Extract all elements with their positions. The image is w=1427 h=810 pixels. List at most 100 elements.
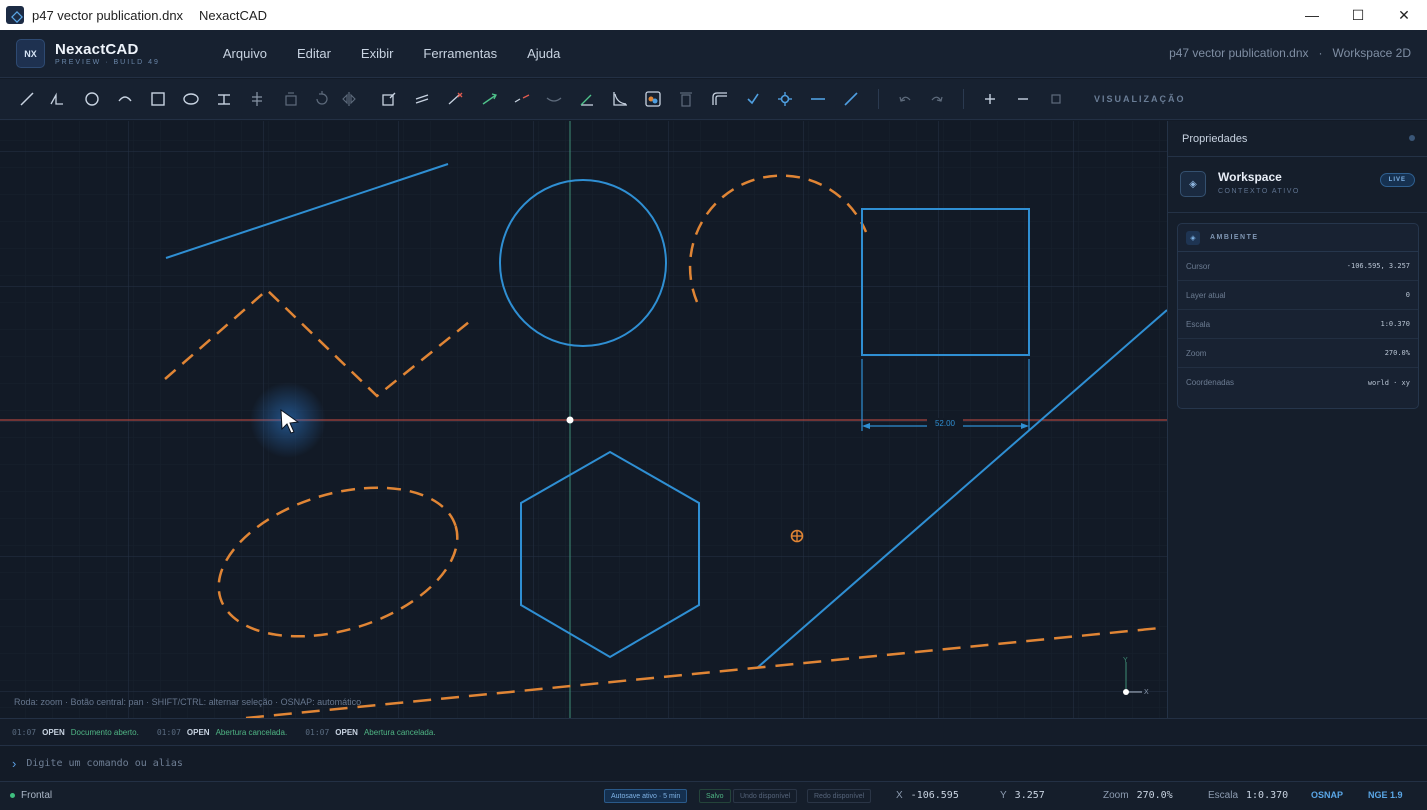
property-row-cursor: Cursor -106.595, 3.257 (1178, 252, 1418, 281)
break-tool-icon[interactable] (510, 87, 534, 111)
offset-tool-icon[interactable] (410, 87, 434, 111)
log-time: 01:07 (12, 727, 37, 737)
drawing-canvas[interactable]: 52.00 X Y Roda: zoom · Botão central: pa… (0, 121, 1167, 718)
snap-point-tool-icon[interactable] (773, 87, 797, 111)
brand-name: NexactCAD (55, 41, 139, 58)
arc-tool-icon[interactable] (113, 87, 137, 111)
command-prompt-icon: › (12, 756, 17, 771)
properties-panel: Propriedades ◈ Workspace CONTEXTO ATIVO … (1167, 121, 1427, 718)
rectangle-tool-icon[interactable] (146, 87, 170, 111)
property-value: 1:0.370 (1380, 320, 1410, 328)
menu-editar[interactable]: Editar (282, 46, 346, 61)
ucs-y-label: Y (1123, 657, 1128, 664)
window-controls: — ☐ ✕ (1289, 0, 1427, 30)
header-separator: · (1318, 46, 1323, 60)
property-key: Layer atual (1186, 290, 1226, 300)
copy-tool-icon[interactable] (279, 87, 303, 111)
workspace-context: ◈ Workspace CONTEXTO ATIVO LIVE (1168, 157, 1427, 213)
brand-subtitle: PREVIEW · BUILD 49 (55, 59, 160, 66)
osnap-toggle[interactable]: OSNAP (1311, 790, 1343, 800)
toolbar-separator (963, 89, 964, 109)
line-tool-icon[interactable] (15, 87, 39, 111)
diagonal-line-tool-icon[interactable] (839, 87, 863, 111)
command-input[interactable] (26, 758, 627, 769)
canvas-hints: Roda: zoom · Botão central: pan · SHIFT/… (14, 697, 362, 707)
layer-tool-icon[interactable] (641, 87, 665, 111)
panel-status-dot-icon (1409, 135, 1415, 141)
log-op: OPEN (42, 727, 65, 737)
close-button[interactable]: ✕ (1381, 0, 1427, 30)
linear-dim-tool-icon[interactable] (608, 87, 632, 111)
extend-tool-icon[interactable] (478, 87, 502, 111)
view-indicator[interactable]: Frontal (10, 790, 52, 801)
undo-icon[interactable] (893, 87, 917, 111)
delete-tool-icon[interactable] (674, 87, 698, 111)
property-value: -106.595, 3.257 (1346, 262, 1410, 270)
ellipse-tool-icon[interactable] (179, 87, 203, 111)
join-tool-icon[interactable] (542, 87, 566, 111)
header-file-name: p47 vector publication.dnx (1169, 46, 1309, 60)
status-scale-value: 1:0.370 (1246, 790, 1289, 801)
brand: NexactCAD PREVIEW · BUILD 49 (55, 41, 160, 66)
angle-dim-tool-icon[interactable] (575, 87, 599, 111)
log-message: Abertura cancelada. (215, 727, 288, 737)
zoom-fit-icon[interactable] (1044, 87, 1068, 111)
log-entry: 01:07 OPEN Documento aberto. (12, 728, 139, 737)
menu-ferramentas[interactable]: Ferramentas (408, 46, 512, 61)
window-app-title: NexactCAD (199, 7, 267, 23)
workspace-title: Workspace (1218, 170, 1282, 184)
property-value: 0 (1405, 291, 1410, 299)
status-x-label: X (896, 790, 903, 801)
version-label: NGE 1.9 (1368, 790, 1403, 800)
status-bar: Frontal Autosave ativo · 5 min Salvo Und… (0, 782, 1427, 810)
property-key: Cursor (1186, 261, 1211, 271)
panel-header: Propriedades (1168, 121, 1427, 157)
menu-ajuda[interactable]: Ajuda (512, 46, 575, 61)
redo-chip[interactable]: Redo disponível (807, 789, 872, 803)
zoom-out-icon[interactable] (1011, 87, 1035, 111)
environment-card-header[interactable]: ◈ AMBIENTE (1178, 224, 1418, 252)
trim-tool-icon[interactable] (443, 87, 467, 111)
text-tool-icon[interactable] (212, 87, 236, 111)
status-zoom: Zoom 270.0% (1103, 790, 1173, 801)
brand-logo: NX (16, 39, 45, 68)
log-op: OPEN (186, 727, 210, 737)
status-scale: Escala 1:0.370 (1208, 790, 1288, 801)
ucs-x-label: X (1144, 689, 1149, 696)
ucs-origin (1123, 689, 1129, 695)
menu-exibir[interactable]: Exibir (346, 46, 409, 61)
redo-icon[interactable] (925, 87, 949, 111)
toolbar-separator (878, 89, 879, 109)
fillet-tool-icon[interactable] (708, 87, 732, 111)
status-scale-label: Escala (1208, 790, 1239, 801)
autosave-chip[interactable]: Autosave ativo · 5 min (604, 789, 688, 803)
toolbar-section-label: VISUALIZAÇÃO (1094, 94, 1186, 104)
minimize-button[interactable]: — (1289, 0, 1335, 30)
app-icon (6, 6, 24, 24)
check-tool-icon[interactable] (741, 87, 765, 111)
undo-chip[interactable]: Undo disponível (733, 789, 798, 803)
horizontal-line-tool-icon[interactable] (806, 87, 830, 111)
menu-arquivo[interactable]: Arquivo (208, 46, 282, 61)
environment-card: ◈ AMBIENTE Cursor -106.595, 3.257 Layer … (1177, 223, 1419, 409)
workspace-subtitle: CONTEXTO ATIVO (1218, 188, 1300, 195)
move-tool-icon[interactable] (245, 87, 269, 111)
log-entry: 01:07 OPEN Abertura cancelada. (305, 728, 435, 737)
scale-tool-icon[interactable] (377, 87, 401, 111)
origin-point (566, 416, 574, 424)
circle-tool-icon[interactable] (80, 87, 104, 111)
mirror-tool-icon[interactable] (337, 87, 361, 111)
environment-icon: ◈ (1186, 230, 1200, 245)
property-value: 270.0% (1384, 349, 1410, 357)
log-bar: 01:07 OPEN Documento aberto. 01:07 OPEN … (0, 718, 1427, 746)
rotate-tool-icon[interactable] (310, 87, 334, 111)
property-key: Escala (1186, 319, 1211, 329)
property-value: world · xy (1367, 378, 1410, 387)
maximize-button[interactable]: ☐ (1335, 0, 1381, 30)
panel-title: Propriedades (1182, 132, 1248, 145)
command-bar: › (0, 746, 1427, 782)
polyline-tool-icon[interactable] (45, 87, 69, 111)
zoom-in-icon[interactable] (978, 87, 1002, 111)
header-info: p47 vector publication.dnx · Workspace 2… (1169, 46, 1411, 60)
menu-bar: NX NexactCAD PREVIEW · BUILD 49 Arquivo … (0, 30, 1427, 78)
